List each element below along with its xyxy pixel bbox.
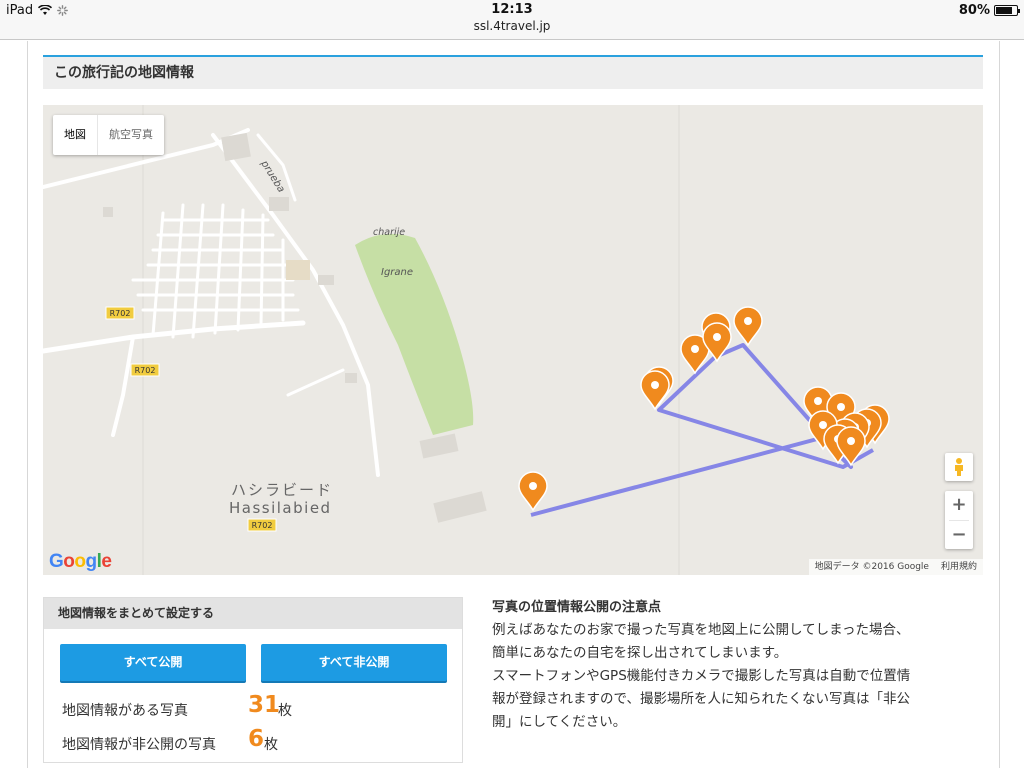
zoom-out-button[interactable]: − (945, 521, 973, 550)
svg-text:R702: R702 (252, 521, 273, 530)
pegman-icon (955, 458, 963, 476)
terms-link[interactable]: 利用規約 (941, 559, 977, 575)
label-hassilabied: Hassilabied (229, 499, 332, 517)
roads (43, 128, 380, 477)
road-shield-1: R702 (105, 306, 135, 320)
label-igrane: Igrane (381, 267, 413, 278)
notes-title: 写真の位置情報公開の注意点 (492, 600, 662, 615)
map-type-switch: 地図 航空写真 (53, 115, 164, 155)
label-charije: charije (373, 227, 405, 238)
notes-line: 報が登録されますので、撮影場所を人に知られたくない写真は「非公 (492, 691, 910, 707)
notes-line: スマートフォンやGPS機能付きカメラで撮影した写真は自動で位置情 (492, 668, 911, 684)
road-shield-3: R702 (247, 518, 277, 532)
photo-pins (518, 306, 890, 512)
street-view-pegman[interactable] (945, 453, 973, 481)
page-content: この旅行記の地図情報 prueba charije Igrane ハシラビード … (27, 41, 1000, 768)
battery-icon (994, 5, 1020, 16)
publish-all-button[interactable]: すべて公開 (60, 644, 246, 681)
section-title: この旅行記の地図情報 (43, 55, 983, 89)
notes-line: 簡単にあなたの自宅を探し出されてしまいます。 (492, 645, 788, 661)
status-right: 80% (958, 3, 1020, 18)
private-photos-count: 6 (248, 726, 265, 752)
label-hassilabied-jp: ハシラビード (231, 481, 333, 499)
location-privacy-notes: 写真の位置情報公開の注意点 例えばあなたのお家で撮った写真を地図上に公開してしま… (492, 597, 992, 734)
map-view[interactable]: prueba charije Igrane ハシラビード Hassilabied… (43, 105, 983, 575)
private-photos-unit: 枚 (264, 737, 278, 753)
svg-text:R702: R702 (110, 309, 131, 318)
map-canvas[interactable]: prueba charije Igrane ハシラビード Hassilabied… (43, 105, 983, 575)
located-photos-count: 31 (248, 692, 281, 718)
browser-status-bar: iPad 12:13 ssl.4travel.jp 80% (0, 0, 1024, 40)
unpublish-all-button[interactable]: すべて非公開 (261, 644, 447, 681)
clock: 12:13 (491, 2, 533, 17)
photo-pin[interactable] (518, 471, 548, 512)
photo-pin[interactable] (733, 306, 763, 347)
notes-line: 開」にしてください。 (492, 714, 627, 730)
private-photos-label: 地図情報が非公開の写真 (62, 737, 216, 753)
map-data-credit: 地図データ ©2016 Google (814, 562, 929, 572)
notes-body: 例えばあなたのお家で撮った写真を地図上に公開してしまった場合、 簡単にあなたの自… (492, 619, 992, 734)
zoom-in-button[interactable]: + (945, 491, 973, 520)
private-photos-stat: 地図情報が非公開の写真 6 枚 (62, 726, 278, 754)
address-bar[interactable]: ssl.4travel.jp (0, 18, 1024, 34)
svg-text:R702: R702 (135, 366, 156, 375)
located-photos-stat: 地図情報がある写真 31 枚 (62, 692, 292, 720)
located-photos-label: 地図情報がある写真 (62, 703, 188, 719)
zoom-controls: + − (945, 491, 973, 549)
park-area (355, 233, 474, 435)
road-shield-2: R702 (130, 363, 160, 377)
located-photos-unit: 枚 (278, 703, 292, 719)
status-center: 12:13 ssl.4travel.jp (0, 2, 1024, 34)
map-attribution: 地図データ ©2016 Google 利用規約 (808, 559, 983, 575)
map-settings-panel: 地図情報をまとめて設定する すべて公開 すべて非公開 地図情報がある写真 31 … (43, 597, 463, 763)
google-logo[interactable]: Google (49, 551, 112, 573)
notes-line: 例えばあなたのお家で撮った写真を地図上に公開してしまった場合、 (492, 622, 910, 638)
map-type-roadmap[interactable]: 地図 (53, 115, 98, 155)
map-type-satellite[interactable]: 航空写真 (98, 115, 164, 155)
battery-percent: 80% (958, 3, 990, 18)
settings-title: 地図情報をまとめて設定する (44, 598, 462, 629)
